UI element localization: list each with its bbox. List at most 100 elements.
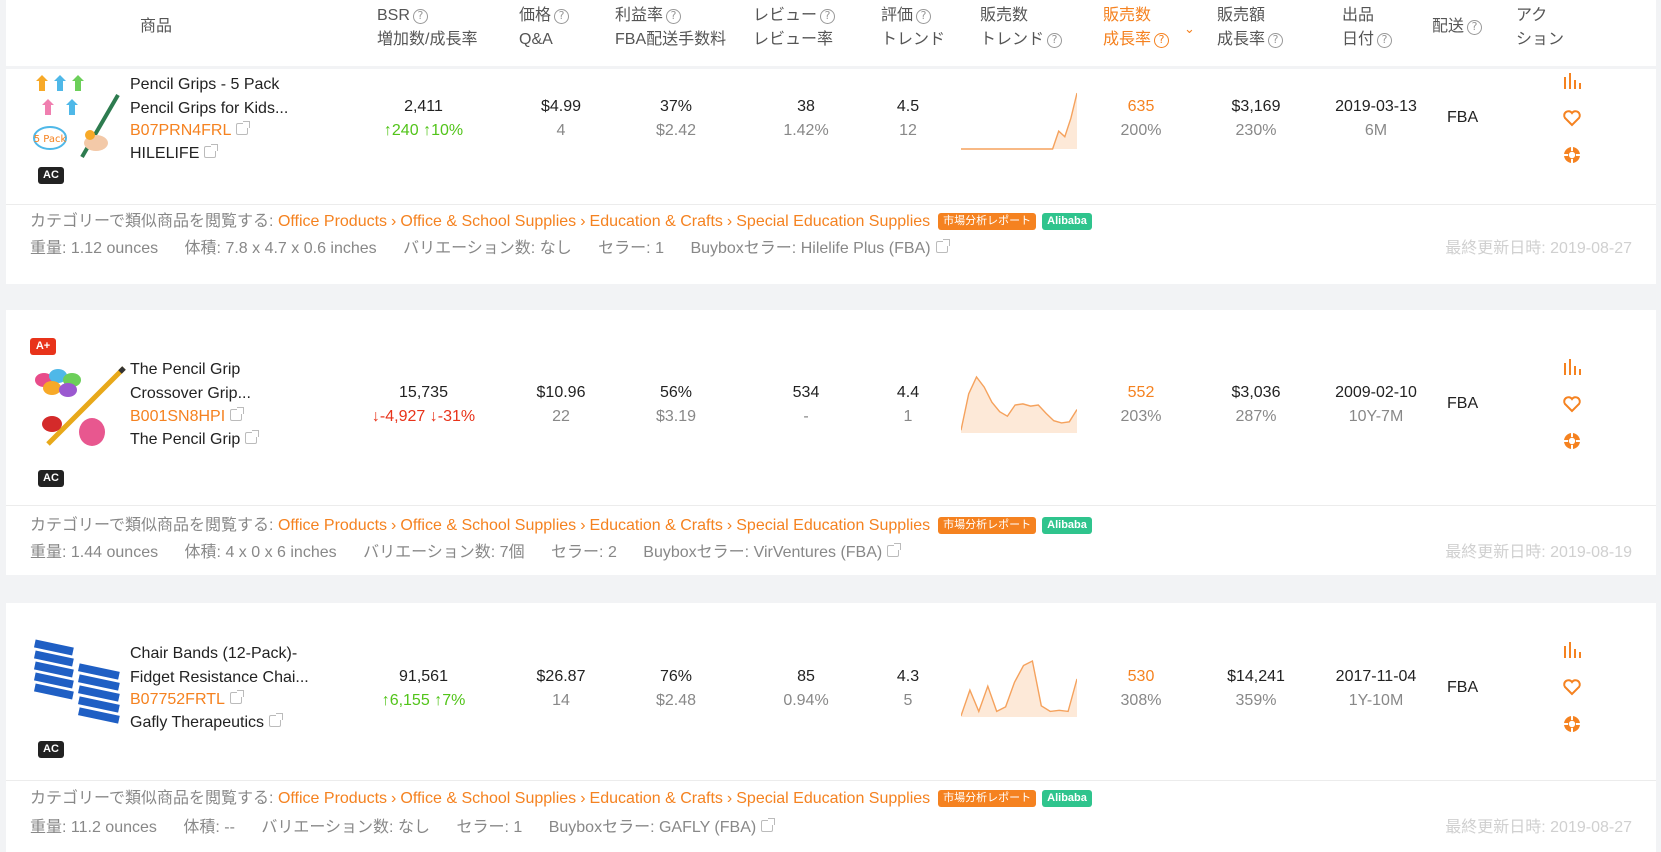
product-thumbnail[interactable] bbox=[30, 362, 130, 454]
category-breadcrumb: カテゴリーで類似商品を閲覧する: Office Products › Office … bbox=[30, 787, 1092, 811]
product-thumbnail[interactable]: 5 Pack bbox=[30, 73, 130, 165]
product-title[interactable]: Chair Bands (12-Pack)- Fidget Resistance… bbox=[130, 642, 340, 690]
help-icon[interactable]: ? bbox=[916, 9, 932, 24]
product-meta: 重量: 11.2 ounces 体積: -- バリエーション数: なし セラー:… bbox=[30, 816, 776, 840]
sales-trend-sparkline[interactable] bbox=[961, 658, 1077, 720]
help-icon[interactable]: ? bbox=[820, 9, 836, 24]
category-link[interactable]: Special Education Supplies bbox=[736, 517, 930, 534]
header-product[interactable]: 商品 bbox=[140, 15, 172, 39]
market-report-tag[interactable]: 市場分析レポート bbox=[938, 790, 1037, 807]
header-reviews[interactable]: レビュー? レビュー率 bbox=[753, 4, 836, 52]
help-icon[interactable]: ? bbox=[1268, 33, 1284, 48]
category-link[interactable]: Education & Crafts bbox=[590, 790, 723, 807]
header-rating[interactable]: 評価? トレンド bbox=[881, 4, 945, 52]
category-link[interactable]: Office & School Supplies bbox=[400, 517, 576, 534]
last-updated: 最終更新日時: 2019-08-27 bbox=[1445, 819, 1632, 836]
header-shipping[interactable]: 配送? bbox=[1432, 15, 1483, 39]
category-link[interactable]: Office & School Supplies bbox=[400, 790, 576, 807]
category-breadcrumb: カテゴリーで類似商品を閲覧する: Office Products › Office … bbox=[30, 514, 1092, 538]
help-icon[interactable]: ? bbox=[554, 9, 570, 24]
market-report-tag[interactable]: 市場分析レポート bbox=[938, 213, 1037, 230]
external-link-icon[interactable] bbox=[935, 239, 950, 253]
alibaba-tag[interactable]: Alibaba bbox=[1042, 790, 1092, 807]
lifebuoy-icon[interactable] bbox=[1562, 714, 1582, 734]
rating-cell: 4.4 1 bbox=[896, 384, 920, 425]
asin-link[interactable]: B07752FRTL bbox=[130, 688, 244, 712]
category-link[interactable]: Special Education Supplies bbox=[736, 790, 930, 807]
ac-badge: AC bbox=[38, 741, 64, 758]
help-icon[interactable]: ? bbox=[1047, 33, 1063, 48]
shipping-cell: FBA bbox=[1447, 679, 1479, 696]
svg-text:5 Pack: 5 Pack bbox=[34, 134, 67, 145]
external-link-icon[interactable] bbox=[887, 543, 902, 557]
header-margin[interactable]: 利益率? FBA配送手数料 bbox=[615, 4, 726, 52]
sales-growth-cell: 635 200% bbox=[1120, 98, 1162, 139]
category-link[interactable]: Office Products bbox=[278, 517, 387, 534]
header-sales-trend[interactable]: 販売数 トレンド? bbox=[980, 4, 1063, 52]
external-link-icon[interactable] bbox=[230, 407, 245, 421]
chart-icon[interactable] bbox=[1562, 640, 1582, 660]
external-link-icon[interactable] bbox=[229, 690, 244, 704]
category-link[interactable]: Education & Crafts bbox=[590, 517, 723, 534]
rating-cell: 4.3 5 bbox=[896, 668, 920, 709]
heart-icon[interactable] bbox=[1562, 394, 1582, 414]
product-meta: 重量: 1.44 ounces 体積: 4 x 0 x 6 inches バリエ… bbox=[30, 541, 902, 565]
header-sales-growth[interactable]: 販売数 成長率? bbox=[1103, 4, 1170, 52]
sort-desc-icon[interactable]: ⌄ bbox=[1184, 22, 1195, 37]
header-listing-date[interactable]: 出品 日付? bbox=[1342, 4, 1393, 52]
brand-link[interactable]: Gafly Therapeutics bbox=[130, 711, 283, 735]
heart-icon[interactable] bbox=[1562, 677, 1582, 697]
market-report-tag[interactable]: 市場分析レポート bbox=[938, 517, 1037, 534]
header-revenue[interactable]: 販売額 成長率? bbox=[1217, 4, 1284, 52]
category-link[interactable]: Office & School Supplies bbox=[400, 213, 576, 230]
shipping-cell: FBA bbox=[1447, 395, 1479, 412]
external-link-icon[interactable] bbox=[204, 144, 219, 158]
bsr-cell: 91,561 ↑6,155 ↑7% bbox=[381, 668, 466, 709]
product-meta: 重量: 1.12 ounces 体積: 7.8 x 4.7 x 0.6 inch… bbox=[30, 237, 950, 261]
ac-badge: AC bbox=[38, 470, 64, 487]
help-icon[interactable]: ? bbox=[666, 9, 682, 24]
external-link-icon[interactable] bbox=[236, 121, 251, 135]
product-thumbnail[interactable] bbox=[30, 639, 130, 731]
heart-icon[interactable] bbox=[1562, 108, 1582, 128]
header-bsr[interactable]: BSR? 増加数/成長率 bbox=[377, 4, 477, 52]
lifebuoy-icon[interactable] bbox=[1562, 431, 1582, 451]
bsr-cell: 15,735 ↓-4,927 ↓-31% bbox=[371, 384, 476, 425]
header-price[interactable]: 価格? Q&A bbox=[519, 4, 570, 52]
lifebuoy-icon[interactable] bbox=[1562, 145, 1582, 165]
sales-trend-sparkline[interactable] bbox=[961, 90, 1077, 152]
chart-icon[interactable] bbox=[1562, 71, 1582, 91]
external-link-icon[interactable] bbox=[269, 713, 283, 727]
external-link-icon[interactable] bbox=[761, 818, 776, 832]
chart-icon[interactable] bbox=[1562, 357, 1582, 377]
brand-link[interactable]: The Pencil Grip bbox=[130, 428, 260, 452]
category-link[interactable]: Office Products bbox=[278, 213, 387, 230]
help-icon[interactable]: ? bbox=[1467, 20, 1483, 35]
product-research-page: 商品 BSR? 増加数/成長率 価格? Q&A 利益率? FBA配送手数料 レビ… bbox=[0, 0, 1661, 852]
category-link[interactable]: Office Products bbox=[278, 790, 387, 807]
last-updated: 最終更新日時: 2019-08-19 bbox=[1445, 544, 1632, 561]
brand-link[interactable]: HILELIFE bbox=[130, 142, 219, 166]
revenue-cell: $3,169 230% bbox=[1231, 98, 1281, 139]
header-action: アク ション bbox=[1516, 7, 1565, 48]
listing-date-cell: 2017-11-04 1Y-10M bbox=[1335, 668, 1417, 709]
category-link[interactable]: Education & Crafts bbox=[590, 213, 723, 230]
external-link-icon[interactable] bbox=[245, 430, 260, 444]
product-title[interactable]: The Pencil Grip Crossover Grip... bbox=[130, 358, 340, 406]
listing-date-cell: 2019-03-13 6M bbox=[1335, 98, 1417, 139]
margin-cell: 37% $2.42 bbox=[655, 98, 697, 139]
help-icon[interactable]: ? bbox=[412, 9, 428, 24]
asin-link[interactable]: B001SN8HPI bbox=[130, 405, 245, 429]
alibaba-tag[interactable]: Alibaba bbox=[1042, 213, 1092, 230]
category-link[interactable]: Special Education Supplies bbox=[736, 213, 930, 230]
product-title[interactable]: Pencil Grips - 5 Pack Pencil Grips for K… bbox=[130, 73, 340, 121]
asin-link[interactable]: B07PRN4FRL bbox=[130, 119, 251, 143]
price-cell: $26.87 14 bbox=[536, 668, 586, 709]
help-icon[interactable]: ? bbox=[1377, 33, 1393, 48]
alibaba-tag[interactable]: Alibaba bbox=[1042, 517, 1092, 534]
a-plus-badge: A+ bbox=[30, 338, 56, 355]
category-breadcrumb: カテゴリーで類似商品を閲覧する: Office Products › Office … bbox=[30, 210, 1092, 234]
shipping-cell: FBA bbox=[1447, 109, 1479, 126]
help-icon[interactable]: ? bbox=[1154, 33, 1170, 48]
sales-trend-sparkline[interactable] bbox=[961, 374, 1077, 436]
